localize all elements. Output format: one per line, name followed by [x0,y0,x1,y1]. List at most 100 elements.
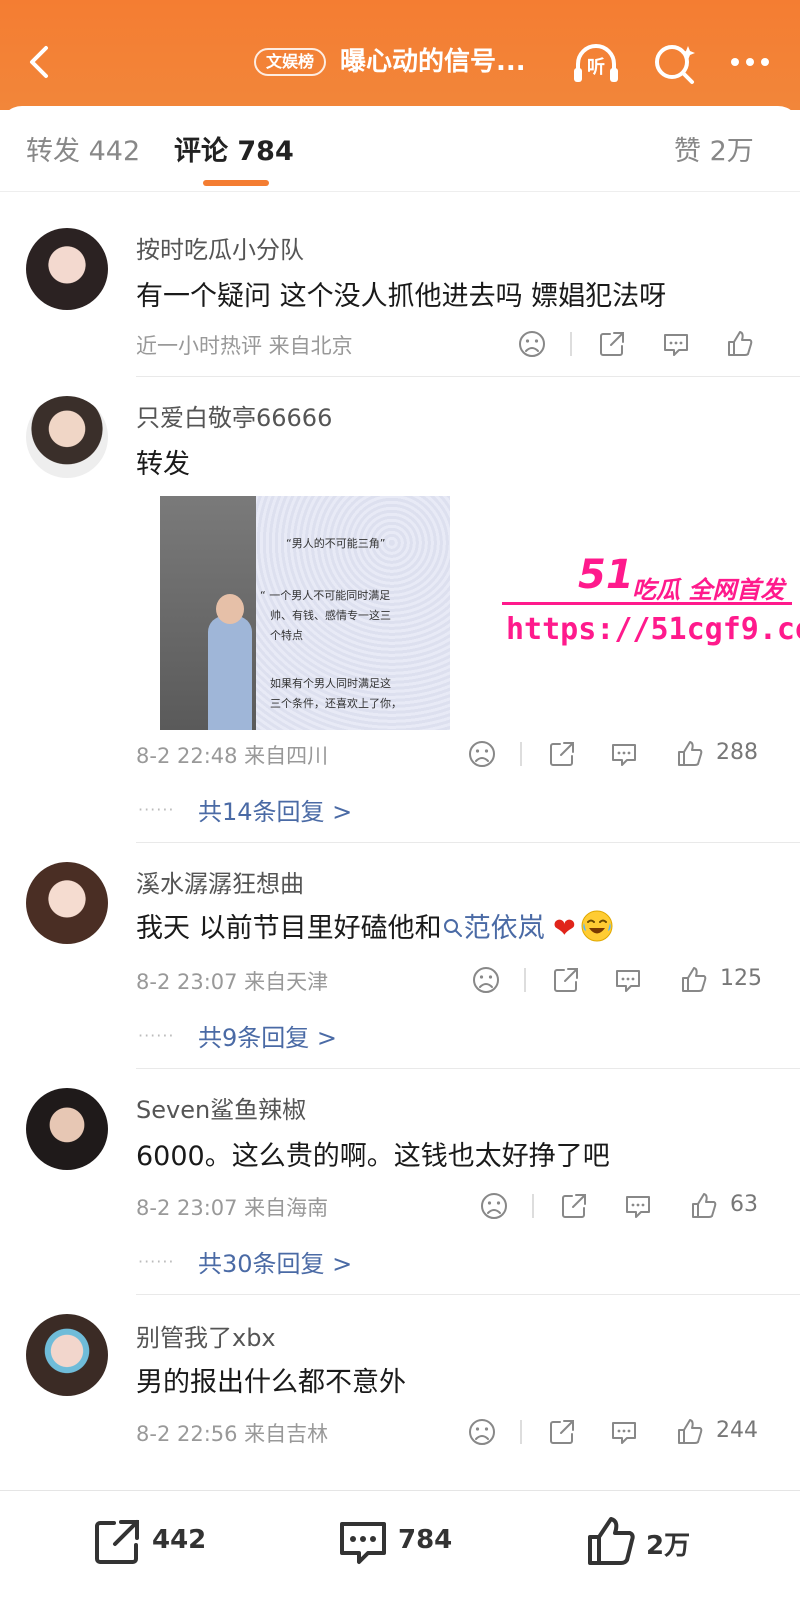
comment-text: 有一个疑问 这个没人抓他进去吗 嫖娼犯法呀 [136,281,667,312]
action-separator [524,968,526,992]
like-button[interactable] [724,328,756,360]
like-count: 288 [716,740,758,765]
share-button[interactable] [596,328,628,360]
watermark-brand-number: 51 [578,552,634,598]
comment-text: 6000。这么贵的啊。这钱也太好挣了吧 [136,1141,610,1172]
comment-meta: 8-2 22:48 来自四川 [136,744,329,768]
thumbs-up-icon [588,1517,635,1565]
share-button[interactable] [546,1416,578,1448]
bottom-like-count: 2万 [646,1531,691,1561]
tab-likes[interactable]: 赞 2万 [674,132,754,172]
active-tab-indicator [203,180,269,186]
person-head [216,594,244,624]
view-replies-link[interactable]: 共9条回复 > [198,1018,337,1053]
comment-username[interactable]: Seven鲨鱼辣椒 [136,1090,306,1125]
share-button[interactable] [550,964,582,996]
like-count: 125 [720,966,762,991]
reply-button[interactable] [612,964,644,996]
comment-username[interactable]: 只爱白敬亭66666 [136,398,332,433]
comment-meta: 近一小时热评 来自北京 [136,334,353,358]
bottom-action-bar: 442 784 2万 [0,1490,800,1600]
watermark-url: https://51cgf9.com [506,612,800,647]
page-title[interactable]: 曝心动的信号... [340,44,550,80]
like-count: 63 [730,1192,758,1217]
listen-button[interactable]: 听 [570,38,622,88]
dislike-button[interactable] [478,1190,510,1222]
reply-button[interactable] [622,1190,654,1222]
sad-face-icon [469,741,495,767]
dislike-button[interactable] [466,738,498,770]
avatar[interactable] [26,1314,108,1396]
reply-button[interactable] [660,328,692,360]
image-left-margin [136,496,160,730]
thumbs-up-icon [728,331,753,356]
share-button[interactable] [558,1190,590,1222]
topic-badge[interactable]: 文娱榜 [254,48,327,76]
more-dots-icon [731,58,769,66]
like-button[interactable] [674,1416,706,1448]
back-button[interactable] [20,40,60,84]
sad-face-icon [473,967,499,993]
avatar[interactable] [26,228,108,310]
bottom-comment-button[interactable]: 784 [336,1515,466,1575]
view-replies-link[interactable]: 共30条回复 > [198,1244,352,1279]
avatar[interactable] [26,396,108,478]
comment-username[interactable]: 按时吃瓜小分队 [136,230,304,265]
comment-icon [626,1196,650,1218]
comment-icon [340,1522,386,1564]
search-icon [655,45,695,84]
bottom-repost-count: 442 [152,1525,207,1555]
thumbs-up-icon [682,967,707,992]
comment-icon [616,970,640,992]
search-button[interactable] [650,38,700,88]
view-replies-link[interactable]: 共14条回复 > [198,792,352,827]
comment-divider [136,842,800,843]
comment-username[interactable]: 溪水潺潺狂想曲 [136,864,304,899]
dislike-button[interactable] [466,1416,498,1448]
comment-text: 我天 以前节目里好磕他和 范依岚 ❤ [136,906,614,945]
bottom-like-button[interactable]: 2万 [584,1515,714,1575]
share-icon [562,1194,586,1218]
more-options-button[interactable] [725,40,775,84]
dislike-button[interactable] [470,964,502,996]
share-icon [95,1520,139,1564]
share-icon [554,968,578,992]
sad-face-icon [469,1419,495,1445]
share-icon [550,1420,574,1444]
share-button[interactable] [546,738,578,770]
comment-meta: 8-2 23:07 来自海南 [136,1196,329,1220]
share-icon [600,332,624,356]
thumbs-up-icon [678,1419,703,1444]
tab-repost[interactable]: 转发 442 [26,132,140,172]
presentation-screen: “男人的不可能三角” “ 一个男人不可能同时满足 帅、有钱、感情专一这三 个特点… [256,496,450,730]
comment-divider [136,1294,800,1295]
action-separator [532,1194,534,1218]
comment-meta: 8-2 23:07 来自天津 [136,970,329,994]
hashtag-link[interactable]: 范依岚 [442,913,545,944]
slide-line: “ 一个男人不可能同时满足 [260,589,391,602]
dislike-button[interactable] [516,328,548,360]
action-separator [570,332,572,356]
comment-text-prefix: 我天 以前节目里好磕他和 [136,913,442,944]
like-button[interactable] [688,1190,720,1222]
bottom-repost-button[interactable]: 442 [90,1515,220,1575]
reply-button[interactable] [608,1416,640,1448]
comment-icon [612,1422,636,1444]
chevron-left-icon [30,46,48,78]
tab-comments[interactable]: 评论 784 [174,132,294,172]
hashtag-text: 范依岚 [463,913,545,944]
comment-image[interactable]: “男人的不可能三角” “ 一个男人不可能同时满足 帅、有钱、感情专一这三 个特点… [136,496,450,730]
like-button[interactable] [674,738,706,770]
laughing-crying-emoji-icon [581,910,613,942]
comment-username[interactable]: 别管我了xbx [136,1318,276,1353]
reply-dots: ······ [138,1252,175,1271]
action-separator [520,742,522,766]
avatar[interactable] [26,862,108,944]
reply-button[interactable] [608,738,640,770]
watermark-brand-tag: 吃瓜 全网首发 [632,576,785,604]
like-button[interactable] [678,964,710,996]
slide-quote-title: “男人的不可能三角” [286,537,386,550]
slide-line: 帅、有钱、感情专一这三 [270,609,391,622]
reply-dots: ······ [138,1026,175,1045]
avatar[interactable] [26,1088,108,1170]
